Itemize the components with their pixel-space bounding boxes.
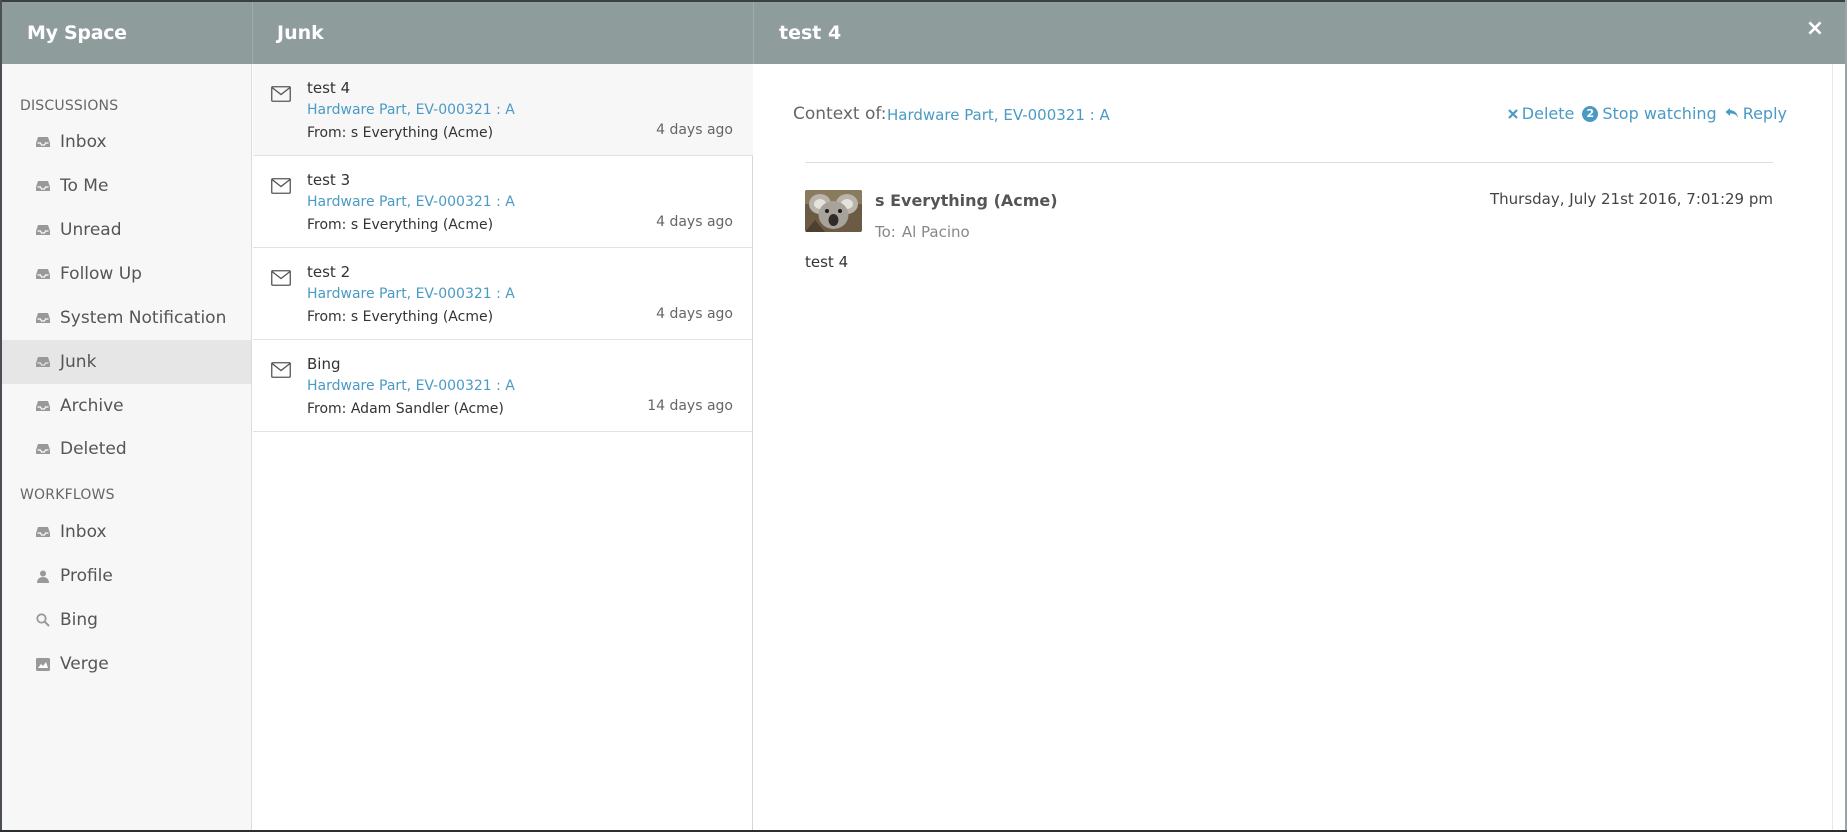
message-context-link[interactable]: Hardware Part, EV-000321 : A [307, 378, 515, 394]
sidebar-item-verge[interactable]: Verge [2, 642, 251, 686]
sidebar-item-label: Inbox [60, 522, 107, 542]
message-from: From: s Everything (Acme) [307, 125, 494, 141]
message-date: Thursday, July 21st 2016, 7:01:29 pm [1489, 190, 1773, 208]
message-subject: test 2 [307, 263, 351, 281]
sidebar-item-deleted[interactable]: Deleted [2, 427, 251, 471]
envelope-icon [271, 86, 291, 102]
message-detail: Context of: Hardware Part, EV-000321 : A… [754, 64, 1845, 830]
sidebar: DISCUSSIONS Inbox To Me Unread Follow Up… [2, 64, 252, 830]
stop-watching-button[interactable]: 2 Stop watching [1582, 104, 1717, 123]
close-icon: × [1805, 16, 1825, 41]
delete-button[interactable]: Delete [1508, 104, 1575, 123]
header-divider [753, 2, 754, 64]
sidebar-item-follow-up[interactable]: Follow Up [2, 252, 251, 296]
sidebar-item-inbox[interactable]: Inbox [2, 120, 251, 164]
search-icon [35, 612, 51, 628]
reply-button[interactable]: Reply [1725, 104, 1787, 123]
message-time: 14 days ago [647, 398, 733, 414]
detail-title: test 4 [779, 22, 842, 44]
message-list-item[interactable]: test 3 Hardware Part, EV-000321 : A From… [253, 156, 753, 248]
envelope-icon [271, 178, 291, 194]
image-icon [35, 656, 51, 672]
sidebar-item-label: Inbox [60, 132, 107, 152]
close-button[interactable]: × [1802, 16, 1828, 42]
recipient-line: To: Al Pacino [875, 223, 970, 241]
sidebar-item-label: Verge [60, 654, 109, 674]
message-from: From: Adam Sandler (Acme) [307, 401, 504, 417]
reply-label: Reply [1742, 104, 1787, 123]
sidebar-item-workflow-inbox[interactable]: Inbox [2, 510, 251, 554]
message-subject: Bing [307, 355, 341, 373]
message-from: From: s Everything (Acme) [307, 309, 494, 325]
sidebar-item-to-me[interactable]: To Me [2, 164, 251, 208]
inbox-icon [35, 134, 51, 150]
message-list-item[interactable]: test 2 Hardware Part, EV-000321 : A From… [253, 248, 753, 340]
sidebar-item-label: Junk [60, 352, 97, 372]
detail-scrollbar[interactable] [1832, 64, 1845, 830]
avatar [805, 190, 862, 232]
recipient-name: Al Pacino [901, 223, 970, 241]
message-list-item[interactable]: Bing Hardware Part, EV-000321 : A From: … [253, 340, 753, 432]
message-list-item[interactable]: test 4 Hardware Part, EV-000321 : A From… [253, 64, 753, 156]
sidebar-item-label: Follow Up [60, 264, 142, 284]
sidebar-item-unread[interactable]: Unread [2, 208, 251, 252]
inbox-icon [35, 398, 51, 414]
message-time: 4 days ago [656, 214, 733, 230]
modal-header: My Space Junk test 4 × [2, 2, 1845, 64]
context-label: Context of: [793, 104, 887, 124]
message-body: test 4 [805, 253, 849, 271]
sidebar-item-label: Deleted [60, 439, 127, 459]
inbox-icon [35, 524, 51, 540]
sidebar-item-label: To Me [60, 176, 109, 196]
inbox-icon [35, 441, 51, 457]
sidebar-item-label: Profile [60, 566, 113, 586]
to-label: To: [875, 223, 896, 241]
envelope-icon [271, 270, 291, 286]
message-context-link[interactable]: Hardware Part, EV-000321 : A [307, 286, 515, 302]
sidebar-item-system-notification[interactable]: System Notification [2, 296, 251, 340]
message-context-link[interactable]: Hardware Part, EV-000321 : A [307, 102, 515, 118]
message-list: test 4 Hardware Part, EV-000321 : A From… [253, 64, 753, 830]
sidebar-item-archive[interactable]: Archive [2, 384, 251, 428]
header-divider [252, 2, 253, 64]
reply-icon [1725, 104, 1739, 123]
inbox-icon [35, 354, 51, 370]
workflows-section-label: WORKFLOWS [20, 487, 115, 503]
watch-count-badge: 2 [1582, 105, 1599, 122]
delete-label: Delete [1521, 104, 1575, 123]
user-icon [35, 568, 51, 584]
discussions-section-label: DISCUSSIONS [20, 98, 119, 114]
sidebar-item-label: System Notification [60, 308, 227, 328]
sidebar-item-label: Archive [60, 396, 124, 416]
inbox-icon [35, 310, 51, 326]
detail-separator [805, 162, 1773, 163]
sidebar-item-profile[interactable]: Profile [2, 554, 251, 598]
envelope-icon [271, 362, 291, 378]
message-subject: test 3 [307, 171, 351, 189]
message-subject: test 4 [307, 79, 351, 97]
stop-watching-label: Stop watching [1602, 104, 1717, 123]
sidebar-item-label: Bing [60, 610, 98, 630]
inbox-icon [35, 222, 51, 238]
list-title: Junk [277, 22, 324, 44]
sidebar-item-junk[interactable]: Junk [2, 340, 251, 384]
message-context-link[interactable]: Hardware Part, EV-000321 : A [307, 194, 515, 210]
message-time: 4 days ago [656, 122, 733, 138]
message-actions: Delete 2 Stop watching Reply [1508, 104, 1787, 123]
sidebar-item-bing[interactable]: Bing [2, 598, 251, 642]
inbox-icon [35, 178, 51, 194]
sidebar-title: My Space [27, 22, 127, 44]
sidebar-item-label: Unread [60, 220, 122, 240]
message-time: 4 days ago [656, 306, 733, 322]
context-link[interactable]: Hardware Part, EV-000321 : A [887, 106, 1110, 124]
sender-name: s Everything (Acme) [875, 191, 1058, 210]
close-icon [1508, 104, 1518, 123]
inbox-icon [35, 266, 51, 282]
message-from: From: s Everything (Acme) [307, 217, 494, 233]
my-space-modal: My Space Junk test 4 × DISCUSSIONS Inbox… [2, 2, 1845, 830]
